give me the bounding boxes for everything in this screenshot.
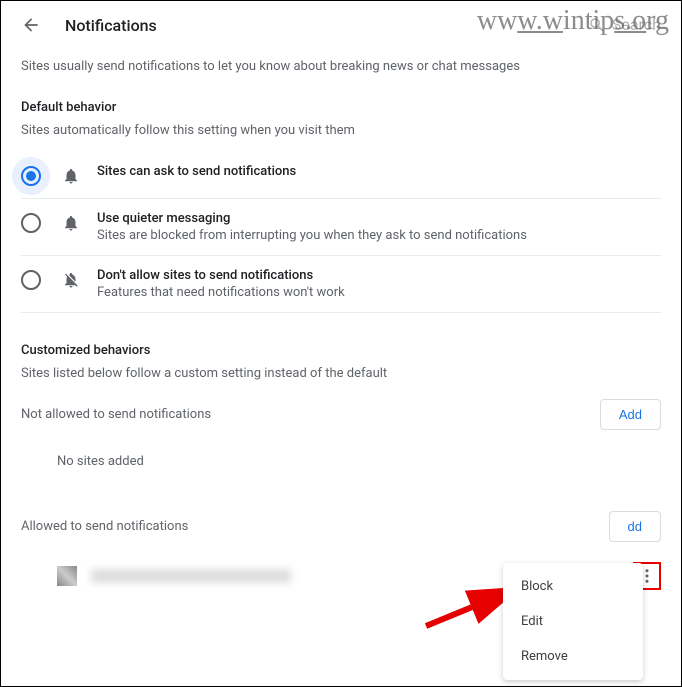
option-subtitle: Sites are blocked from interrupting you …	[97, 228, 527, 243]
radio-selected[interactable]	[21, 166, 41, 186]
site-url: hidden site url text	[91, 569, 291, 583]
bell-icon	[61, 166, 81, 186]
option-title: Use quieter messaging	[97, 211, 527, 226]
blocked-empty-text: No sites added	[21, 440, 661, 483]
bell-off-icon	[61, 270, 81, 290]
back-button[interactable]	[21, 15, 41, 35]
radio-unselected[interactable]	[21, 213, 41, 233]
radio-option-block[interactable]: Don't allow sites to send notifications …	[21, 256, 661, 313]
blocked-section-title: Not allowed to send notifications	[21, 407, 211, 422]
menu-edit[interactable]: Edit	[503, 604, 643, 639]
radio-option-quieter[interactable]: Use quieter messaging Sites are blocked …	[21, 199, 661, 256]
add-allowed-button[interactable]: dd	[609, 511, 661, 542]
custom-behaviors-title: Customized behaviors	[21, 343, 661, 358]
context-menu: Block Edit Remove	[503, 563, 643, 680]
option-title: Sites can ask to send notifications	[97, 164, 296, 179]
menu-block[interactable]: Block	[503, 569, 643, 604]
radio-option-ask[interactable]: Sites can ask to send notifications	[21, 152, 661, 199]
option-title: Don't allow sites to send notifications	[97, 268, 345, 283]
radio-unselected[interactable]	[21, 270, 41, 290]
add-blocked-button[interactable]: Add	[600, 399, 661, 430]
custom-behaviors-subtitle: Sites listed below follow a custom setti…	[21, 366, 661, 381]
page-title: Notifications	[65, 16, 157, 35]
watermark: www.wintips.org	[477, 5, 669, 37]
bell-icon	[61, 213, 81, 233]
site-favicon	[57, 566, 77, 586]
allowed-section-title: Allowed to send notifications	[21, 519, 188, 534]
menu-remove[interactable]: Remove	[503, 639, 643, 674]
option-subtitle: Features that need notifications won't w…	[97, 285, 345, 300]
intro-text: Sites usually send notifications to let …	[21, 59, 661, 74]
default-behavior-title: Default behavior	[21, 100, 661, 115]
default-behavior-subtitle: Sites automatically follow this setting …	[21, 123, 661, 138]
